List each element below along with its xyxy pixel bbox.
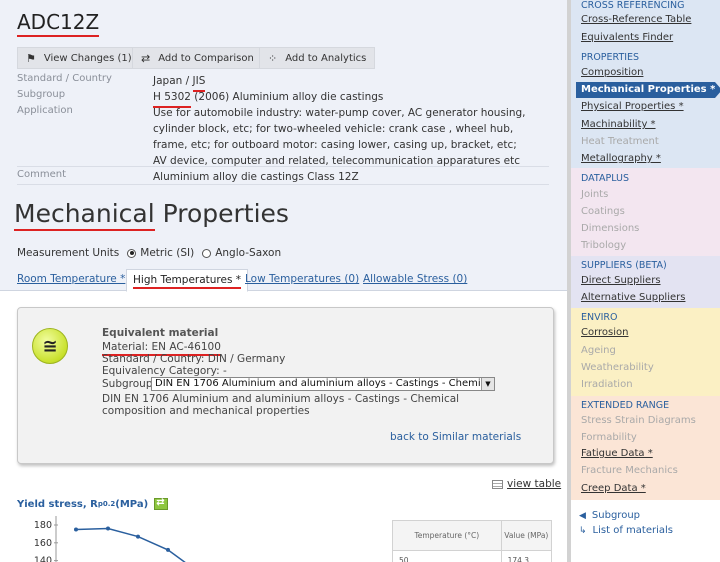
sidebar-item-joints: Joints [581, 189, 609, 200]
data-point[interactable] [166, 547, 170, 552]
table-row: 50 174.3 [393, 551, 551, 562]
tab-allowable-stress[interactable]: Allowable Stress (0) [363, 273, 467, 285]
series-line [75, 527, 186, 562]
equivalent-category: Equivalency Category: - [102, 365, 227, 377]
list-of-materials-link[interactable]: ↳ List of materials [579, 525, 673, 536]
data-point[interactable] [106, 526, 110, 531]
sidebar: CROSS REFERENCING Cross-Reference Table … [571, 0, 720, 562]
standard-code-link[interactable]: JIS [192, 73, 205, 92]
swap-chart-icon[interactable] [154, 497, 169, 510]
sidebar-item-irradiation: Irradiation [581, 379, 633, 390]
compare-arrows-icon: ⇄ [141, 51, 151, 65]
sidebar-section-enviro: ENVIRO Corrosion Ageing Weatherability I… [571, 308, 720, 396]
sidebar-item-coatings: Coatings [581, 206, 625, 217]
chevron-down-icon: ▼ [481, 378, 494, 390]
sidebar-item-cross-reference-table[interactable]: Cross-Reference Table [581, 14, 691, 25]
sidebar-item-corrosion[interactable]: Corrosion [581, 327, 629, 338]
back-to-similar-link[interactable]: back to Similar materials [390, 431, 521, 443]
main-content: ADC12Z ⚑ View Changes (1) ⇄ Add to Compari… [0, 0, 567, 562]
sidebar-item-ageing: Ageing [581, 345, 616, 356]
equivalent-material: Material: EN AC-46100 [102, 341, 221, 356]
page-title: ADC12Z [17, 10, 100, 37]
sidebar-item-direct-suppliers[interactable]: Direct Suppliers [581, 275, 661, 286]
section-title: Mechanical Properties [14, 199, 289, 231]
subgroup-select[interactable]: DIN EN 1706 Aluminium and aluminium allo… [151, 377, 495, 391]
triangle-left-icon: ◀ [579, 510, 586, 521]
subgroup-code-link[interactable]: H 5302 [153, 89, 191, 108]
sidebar-section-dataplus: DATAPLUS Joints Coatings Dimensions Trib… [571, 168, 720, 256]
table-icon [492, 479, 503, 489]
equivalent-material-card: ≅ Equivalent material Material: EN AC-46… [17, 307, 554, 464]
tab-high-temperatures[interactable]: High Temperatures * [126, 269, 249, 292]
divider [17, 166, 549, 167]
equivalent-description: DIN EN 1706 Aluminium and aluminium allo… [102, 393, 460, 417]
subgroup-back-link[interactable]: ◀ Subgroup [579, 510, 640, 521]
divider [17, 184, 549, 185]
yield-stress-chart: 180 160 140 [34, 516, 186, 562]
add-to-analytics-button[interactable]: ⁘ Add to Analytics [259, 47, 376, 69]
equivalent-icon: ≅ [32, 328, 68, 364]
sidebar-item-weatherability: Weatherability [581, 362, 654, 373]
sidebar-section-cross-referencing: CROSS REFERENCING Cross-Reference Table … [571, 0, 720, 48]
equivalent-subgroup-label: Subgroup: [102, 378, 157, 390]
metric-radio[interactable] [127, 248, 137, 258]
measurement-units: Measurement Units Metric (SI) Anglo-Saxo… [17, 247, 282, 259]
sidebar-item-stress-strain-diagrams: Stress Strain Diagrams [581, 415, 696, 426]
add-to-comparison-button[interactable]: ⇄ Add to Comparison [132, 47, 263, 69]
yield-stress-label: Yield stress, Rp0.2 (MPa) [17, 497, 169, 510]
sidebar-item-machinability[interactable]: Machinability * [581, 119, 656, 130]
equivalent-standard: Standard / Country: DIN / Germany [102, 353, 286, 365]
sidebar-item-alternative-suppliers[interactable]: Alternative Suppliers [581, 292, 685, 303]
sidebar-section-properties: PROPERTIES Composition Mechanical Proper… [571, 48, 720, 168]
table-header-value: Value (MPa) [504, 531, 549, 540]
view-table-link[interactable]: view table [492, 478, 561, 490]
table-header-temperature: Temperature (°C) [393, 521, 502, 550]
anglo-saxon-radio[interactable] [202, 248, 212, 258]
y-tick-label: 180 [34, 520, 52, 531]
sidebar-section-suppliers: SUPPLIERS (BETA) Direct Suppliers Altern… [571, 256, 720, 308]
sidebar-item-creep-data[interactable]: Creep Data * [581, 483, 646, 494]
tab-room-temperature[interactable]: Room Temperature * [17, 273, 125, 285]
data-point[interactable] [136, 534, 140, 539]
values-table: Temperature (°C) Value (MPa) 50 174.3 [392, 520, 552, 562]
sidebar-item-fatigue-data[interactable]: Fatigue Data * [581, 448, 653, 459]
sidebar-item-heat-treatment: Heat Treatment [581, 136, 659, 147]
sidebar-item-fracture-mechanics: Fracture Mechanics [581, 465, 678, 476]
sidebar-item-dimensions: Dimensions [581, 223, 640, 234]
sidebar-item-composition[interactable]: Composition [581, 67, 643, 78]
sidebar-section-extended-range: EXTENDED RANGE Stress Strain Diagrams Fo… [571, 396, 720, 500]
view-changes-button[interactable]: ⚑ View Changes (1) [17, 47, 141, 69]
y-tick-label: 160 [34, 538, 52, 549]
sidebar-item-physical-properties[interactable]: Physical Properties * [581, 101, 684, 112]
sidebar-item-formability: Formability [581, 432, 637, 443]
scatter-dots-icon: ⁘ [268, 51, 278, 65]
tab-low-temperatures[interactable]: Low Temperatures (0) [245, 273, 359, 285]
sidebar-item-tribology: Tribology [581, 240, 627, 251]
sidebar-item-equivalents-finder[interactable]: Equivalents Finder [581, 32, 673, 43]
return-arrow-icon: ↳ [579, 525, 587, 536]
sidebar-item-metallography[interactable]: Metallography * [581, 153, 661, 164]
temperature-tabs: Room Temperature * High Temperatures * L… [0, 269, 567, 292]
y-tick-label: 140 [34, 556, 52, 562]
data-point[interactable] [74, 527, 78, 532]
flag-icon: ⚑ [26, 51, 36, 65]
equivalent-heading: Equivalent material [102, 327, 219, 339]
sidebar-item-mechanical-properties[interactable]: Mechanical Properties * [576, 82, 720, 98]
